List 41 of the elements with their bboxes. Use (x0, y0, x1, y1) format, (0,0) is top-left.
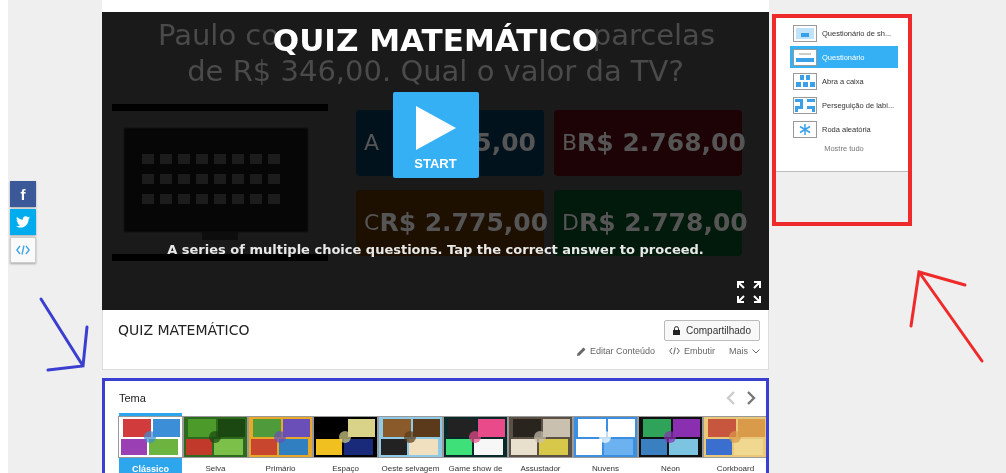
facebook-button[interactable]: f (10, 181, 36, 207)
theme-option[interactable]: Nuvens (574, 413, 637, 473)
answer-letter: B (562, 129, 578, 157)
fullscreen-icon[interactable] (737, 281, 761, 303)
code-icon (668, 347, 680, 355)
embed-button[interactable] (10, 237, 36, 263)
pencil-icon (576, 346, 586, 356)
answer-letter: A (364, 129, 380, 157)
theme-option[interactable]: Selva (184, 413, 247, 473)
answer-letter: D (562, 208, 579, 237)
template-icon (793, 96, 817, 114)
theme-option[interactable]: Assustador (509, 413, 572, 473)
activity-title: QUIZ MATEMÁTICO (118, 322, 250, 338)
theme-option[interactable]: Espaço (314, 413, 377, 473)
template-icon (793, 24, 817, 42)
chevron-down-icon (752, 348, 760, 354)
theme-option[interactable]: Corkboard (704, 413, 766, 473)
action-link[interactable]: Editar Conteúdo (576, 346, 655, 356)
action-link[interactable]: Mais (729, 346, 760, 356)
template-icon (793, 120, 817, 138)
chevron-right-icon[interactable] (746, 391, 756, 405)
share-button[interactable]: Compartilhado (663, 320, 760, 341)
answer-value: R$ 2.768,00 (577, 129, 746, 157)
theme-option[interactable]: Oeste selvagem (379, 413, 442, 473)
theme-option[interactable]: Primário (249, 413, 312, 473)
theme-heading: Tema (119, 392, 146, 404)
action-link[interactable]: Embutir (668, 346, 715, 356)
code-icon (16, 245, 30, 255)
quiz-description: A series of multiple choice questions. Tap the correct answer to proceed. (167, 242, 704, 257)
answer-letter: C (364, 208, 380, 237)
chevron-left-icon[interactable] (726, 391, 736, 405)
theme-option[interactable]: Néon (639, 413, 702, 473)
lock-icon (672, 326, 680, 335)
theme-option[interactable]: Game show de (444, 413, 507, 473)
answer-value: R$ 2.775,00 (379, 208, 549, 237)
template-icon (793, 72, 817, 90)
bird-icon (16, 216, 30, 228)
answer-value: R$ 2.778,00 (578, 208, 748, 237)
play-icon (413, 104, 458, 152)
template-icon (793, 48, 817, 66)
twitter-button[interactable] (10, 209, 36, 235)
